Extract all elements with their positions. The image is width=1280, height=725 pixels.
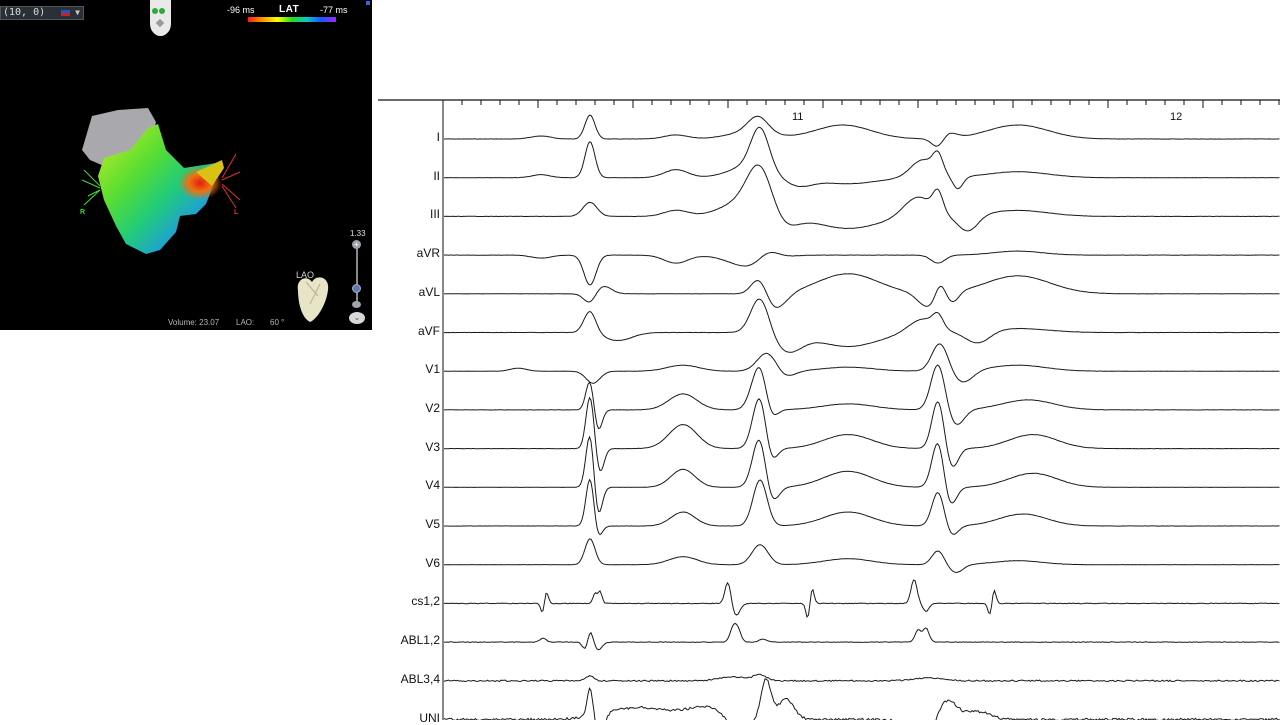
lead-label: V6: [425, 555, 440, 570]
zoom-in-button[interactable]: +: [352, 240, 361, 249]
ecg-trace-v5: [443, 478, 1280, 536]
lat-scale-min: -96 ms: [227, 5, 255, 15]
lead-label: ABL3,4: [400, 671, 440, 686]
window-corner-marker: [366, 1, 370, 5]
heart-model-icon[interactable]: [297, 277, 329, 322]
view-status-label: LAO:: [236, 318, 255, 327]
lead-label: V4: [425, 478, 440, 493]
ecg-waveform-canvas[interactable]: [378, 97, 1280, 720]
ecg-trace-abl34: [443, 673, 1280, 683]
orientation-eye-right: [159, 8, 165, 14]
lead-label: aVR: [416, 246, 440, 261]
ecg-trace-v2: [444, 364, 1280, 430]
view-orientation-label: LAO: [296, 270, 315, 280]
map-viewport[interactable]: (10, 0) ▼ -96 ms LAT -77 ms R L 1.33 + ⌄…: [0, 0, 372, 330]
coordinate-selector[interactable]: (10, 0) ▼: [0, 6, 84, 20]
zoom-out-button[interactable]: [352, 301, 361, 308]
time-marker-12: 12: [1170, 111, 1183, 123]
ecg-trace-avr: [443, 250, 1280, 286]
lead-label: cs1,2: [411, 594, 440, 609]
ecg-trace-i: [444, 114, 1280, 147]
lead-label: III: [429, 207, 440, 222]
ecg-trace-ii: [443, 126, 1280, 190]
lead-label: ABL1,2: [400, 633, 440, 648]
volume-readout: Volume: 23.07: [168, 318, 220, 327]
lead-label: V5: [425, 517, 440, 531]
ecg-trace-uni: [443, 678, 1280, 720]
lead-label: II: [433, 168, 440, 183]
lead-label: aVF: [417, 323, 440, 338]
anatomy-map-canvas[interactable]: [0, 0, 372, 330]
ecg-trace-v3: [443, 396, 1280, 471]
lead-label: aVL: [418, 284, 440, 299]
axis-label-left: L: [234, 209, 239, 216]
lat-color-scale: [248, 17, 336, 22]
orientation-eye-left: [152, 8, 158, 14]
ecg-trace-v6: [444, 538, 1280, 573]
lead-label: V1: [425, 362, 440, 377]
zoom-slider-thumb[interactable]: [352, 284, 361, 293]
orientation-head-icon[interactable]: [150, 0, 171, 36]
axis-label-right: R: [80, 209, 86, 216]
view-angle-readout: 60 °: [270, 318, 285, 327]
zoom-slider[interactable]: [356, 244, 358, 306]
ecg-trace-cs12: [443, 579, 1280, 618]
zoom-value: 1.33: [350, 229, 366, 238]
ecg-tracing-panel[interactable]: 11 12 I II III aVR aVL aVF V1 V2 V3 V4 V5 V6 cs1,2 AB…: [378, 97, 1280, 725]
ecg-trace-v4: [444, 435, 1280, 512]
orientation-nose: [155, 18, 165, 28]
left-axis-marker: [221, 153, 241, 209]
map-type-label: LAT: [279, 4, 300, 15]
lat-scale-max: -77 ms: [320, 5, 348, 15]
flag-icon: [61, 10, 70, 16]
ecg-trace-abl12: [443, 622, 1280, 651]
lead-label: UNI: [419, 710, 440, 725]
right-axis-marker: [81, 169, 101, 206]
chevron-down-icon[interactable]: ▼: [75, 7, 80, 19]
coordinate-readout: (10, 0): [3, 7, 46, 18]
ecg-trace-v1: [443, 343, 1280, 384]
lead-label: I: [436, 130, 440, 144]
lead-label: V2: [425, 400, 440, 415]
time-marker-11: 11: [792, 111, 804, 123]
ecg-trace-avf: [443, 298, 1280, 353]
view-toggle-icon[interactable]: ⌄: [349, 312, 365, 324]
ecg-trace-avl: [443, 273, 1280, 308]
ecg-trace-iii: [443, 164, 1280, 232]
lead-label: V3: [425, 439, 440, 454]
